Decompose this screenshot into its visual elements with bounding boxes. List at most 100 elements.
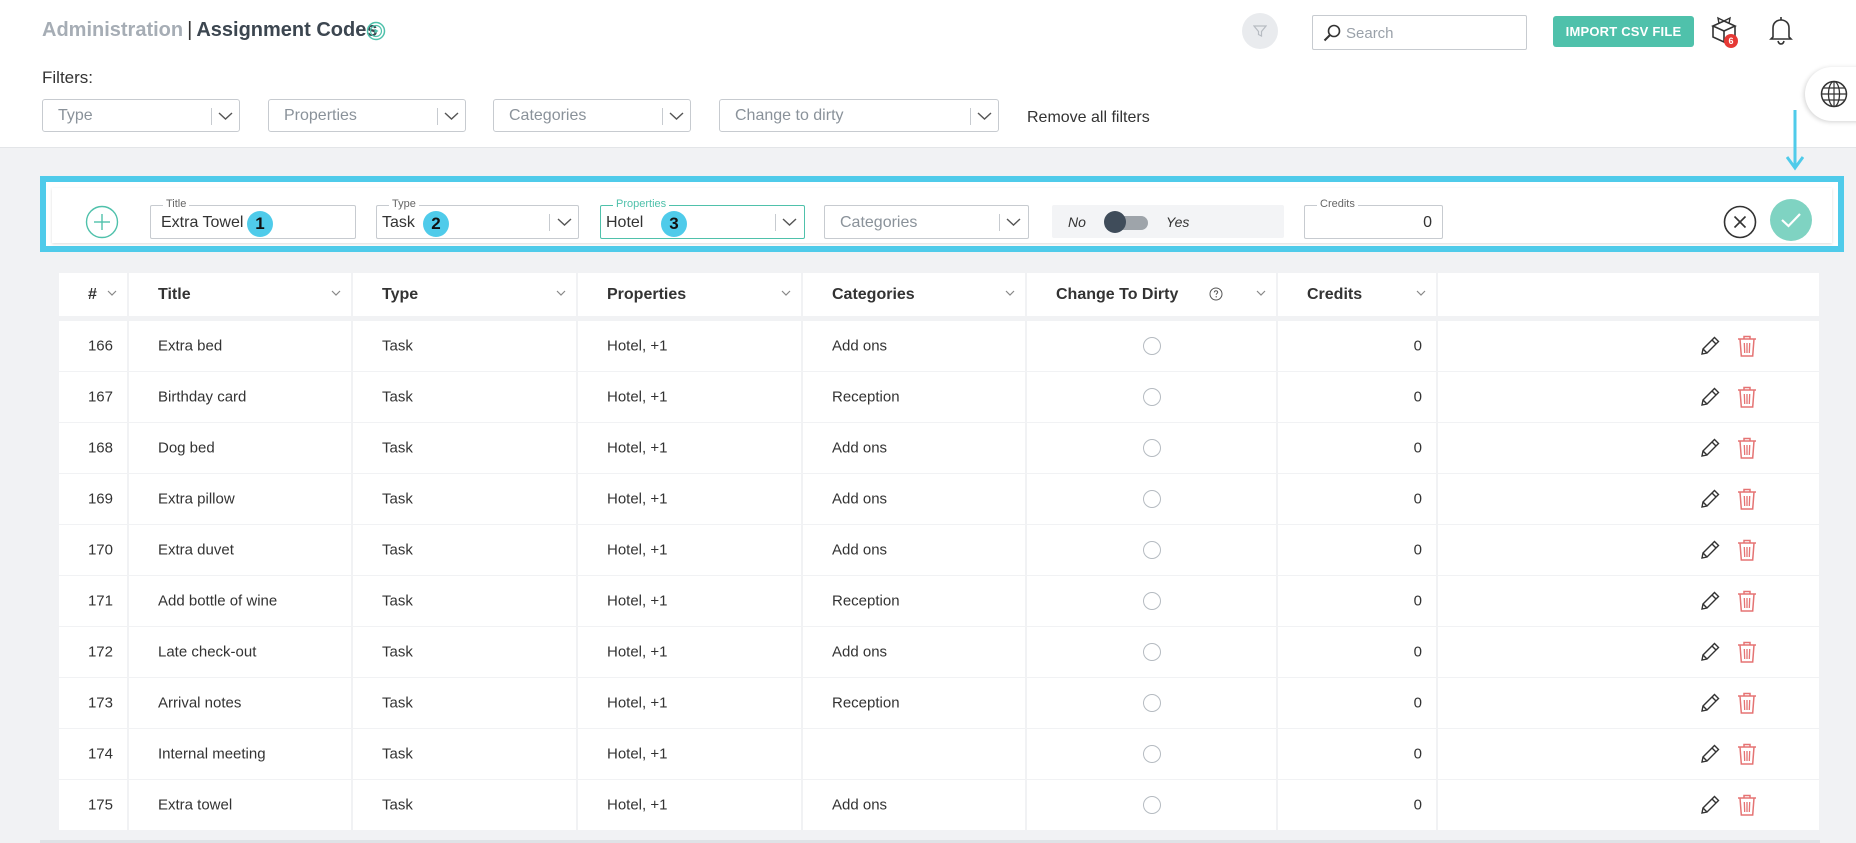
- row-title: Arrival notes: [158, 694, 242, 712]
- row-credits: 0: [1413, 694, 1422, 712]
- toggle-knob[interactable]: [1104, 211, 1126, 233]
- change-to-dirty-radio[interactable]: [1142, 388, 1161, 406]
- help-icon[interactable]: [1209, 287, 1223, 301]
- change-to-dirty-radio[interactable]: [1142, 643, 1161, 661]
- breadcrumb-administration[interactable]: Administration: [42, 19, 183, 41]
- pencil-icon[interactable]: [1698, 538, 1722, 562]
- change-to-dirty-toggle[interactable]: No Yes: [1052, 205, 1284, 238]
- trash-icon[interactable]: [1736, 589, 1758, 613]
- change-to-dirty-radio[interactable]: [1142, 796, 1161, 814]
- table-row[interactable]: 172 Late check-out Task Hotel, +1 Add on…: [59, 627, 1819, 677]
- row-title-cell: Add bottle of wine: [129, 576, 351, 626]
- row-credits-cell: 0: [1278, 780, 1436, 830]
- row-categories-cell: Reception: [803, 678, 1025, 728]
- row-type: Task: [382, 745, 413, 763]
- filter-type-label: Type: [58, 107, 93, 124]
- row-categories-cell: [803, 729, 1025, 779]
- pencil-icon[interactable]: [1698, 589, 1722, 613]
- title-field-value: Extra Towel: [161, 214, 244, 231]
- trash-icon[interactable]: [1736, 742, 1758, 766]
- trash-icon[interactable]: [1736, 538, 1758, 562]
- pencil-icon[interactable]: [1698, 742, 1722, 766]
- column-header-change-to-dirty[interactable]: Change To Dirty: [1027, 273, 1276, 316]
- column-header-credits[interactable]: Credits: [1278, 273, 1436, 316]
- row-actions-cell: [1438, 678, 1819, 728]
- pencil-icon[interactable]: [1698, 436, 1722, 460]
- globe-icon: [1820, 80, 1848, 108]
- table-row[interactable]: 173 Arrival notes Task Hotel, +1 Recepti…: [59, 678, 1819, 728]
- confirm-button[interactable]: [1770, 199, 1812, 241]
- table-row[interactable]: 175 Extra towel Task Hotel, +1 Add ons 0: [59, 780, 1819, 830]
- change-to-dirty-radio[interactable]: [1142, 541, 1161, 559]
- select-divider: [549, 214, 550, 231]
- search-input[interactable]: [1346, 22, 1516, 44]
- title-input[interactable]: Title Extra Towel 1: [150, 198, 356, 239]
- change-to-dirty-radio[interactable]: [1142, 439, 1161, 457]
- row-categories-cell: Add ons: [803, 474, 1025, 524]
- add-circle-icon[interactable]: [85, 205, 119, 239]
- change-to-dirty-radio[interactable]: [1142, 694, 1161, 712]
- table-row[interactable]: 167 Birthday card Task Hotel, +1 Recepti…: [59, 372, 1819, 422]
- trash-icon[interactable]: [1736, 793, 1758, 817]
- row-number-cell: 173: [59, 678, 127, 728]
- filter-categories-select[interactable]: Categories: [493, 99, 691, 132]
- filter-properties-select[interactable]: Properties: [268, 99, 466, 132]
- filter-change-to-dirty-select[interactable]: Change to dirty: [719, 99, 999, 132]
- row-title: Dog bed: [158, 439, 215, 457]
- pencil-icon[interactable]: [1698, 487, 1722, 511]
- trash-icon[interactable]: [1736, 334, 1758, 358]
- row-actions-cell: [1438, 372, 1819, 422]
- trash-icon[interactable]: [1736, 385, 1758, 409]
- pencil-icon[interactable]: [1698, 334, 1722, 358]
- change-to-dirty-radio[interactable]: [1142, 490, 1161, 508]
- row-title: Internal meeting: [158, 745, 266, 763]
- categories-select[interactable]: Categories: [824, 205, 1029, 239]
- row-type-cell: Task: [353, 729, 576, 779]
- trash-icon[interactable]: [1736, 691, 1758, 715]
- row-type: Task: [382, 694, 413, 712]
- search-box[interactable]: [1312, 15, 1527, 50]
- change-to-dirty-radio[interactable]: [1142, 337, 1161, 355]
- column-header-properties[interactable]: Properties: [578, 273, 801, 316]
- language-tab[interactable]: [1805, 67, 1856, 121]
- table-row[interactable]: 171 Add bottle of wine Task Hotel, +1 Re…: [59, 576, 1819, 626]
- remove-all-filters-link[interactable]: Remove all filters: [1027, 109, 1150, 127]
- change-to-dirty-radio[interactable]: [1142, 592, 1161, 610]
- chevron-down-icon: [669, 112, 684, 120]
- row-number: 167: [87, 388, 113, 406]
- table-row[interactable]: 174 Internal meeting Task Hotel, +1 0: [59, 729, 1819, 779]
- play-icon[interactable]: [366, 21, 386, 41]
- column-header-type[interactable]: Type: [353, 273, 576, 316]
- properties-select[interactable]: Properties Hotel 3: [600, 198, 805, 239]
- table-row[interactable]: 169 Extra pillow Task Hotel, +1 Add ons …: [59, 474, 1819, 524]
- row-categories: Reception: [832, 592, 900, 610]
- column-header-categories[interactable]: Categories: [803, 273, 1025, 316]
- pencil-icon[interactable]: [1698, 793, 1722, 817]
- credits-input[interactable]: Credits 0: [1304, 198, 1443, 239]
- arrow-down-icon: [1786, 110, 1804, 171]
- table-row[interactable]: 168 Dog bed Task Hotel, +1 Add ons 0: [59, 423, 1819, 473]
- filter-toggle-button[interactable]: [1242, 13, 1278, 49]
- trash-icon[interactable]: [1736, 640, 1758, 664]
- filter-type-select[interactable]: Type: [42, 99, 240, 132]
- pencil-icon[interactable]: [1698, 385, 1722, 409]
- change-to-dirty-radio[interactable]: [1142, 745, 1161, 763]
- import-csv-button[interactable]: IMPORT CSV FILE: [1553, 16, 1694, 47]
- trash-icon[interactable]: [1736, 487, 1758, 511]
- type-select[interactable]: Type Task 2: [376, 198, 579, 239]
- column-header-label: Categories: [832, 285, 915, 303]
- pencil-icon[interactable]: [1698, 640, 1722, 664]
- trash-icon[interactable]: [1736, 436, 1758, 460]
- row-properties: Hotel, +1: [607, 745, 668, 763]
- column-header-number[interactable]: #: [59, 273, 127, 316]
- table-row[interactable]: 166 Extra bed Task Hotel, +1 Add ons 0: [59, 321, 1819, 371]
- table-row[interactable]: 170 Extra duvet Task Hotel, +1 Add ons 0: [59, 525, 1819, 575]
- row-categories: Add ons: [832, 337, 888, 355]
- row-change-to-dirty-cell: [1027, 423, 1276, 473]
- column-header-title[interactable]: Title: [129, 273, 351, 316]
- bell-icon[interactable]: [1764, 13, 1798, 47]
- row-number-cell: 172: [59, 627, 127, 677]
- cancel-icon[interactable]: [1723, 205, 1757, 239]
- row-credits: 0: [1413, 490, 1422, 508]
- pencil-icon[interactable]: [1698, 691, 1722, 715]
